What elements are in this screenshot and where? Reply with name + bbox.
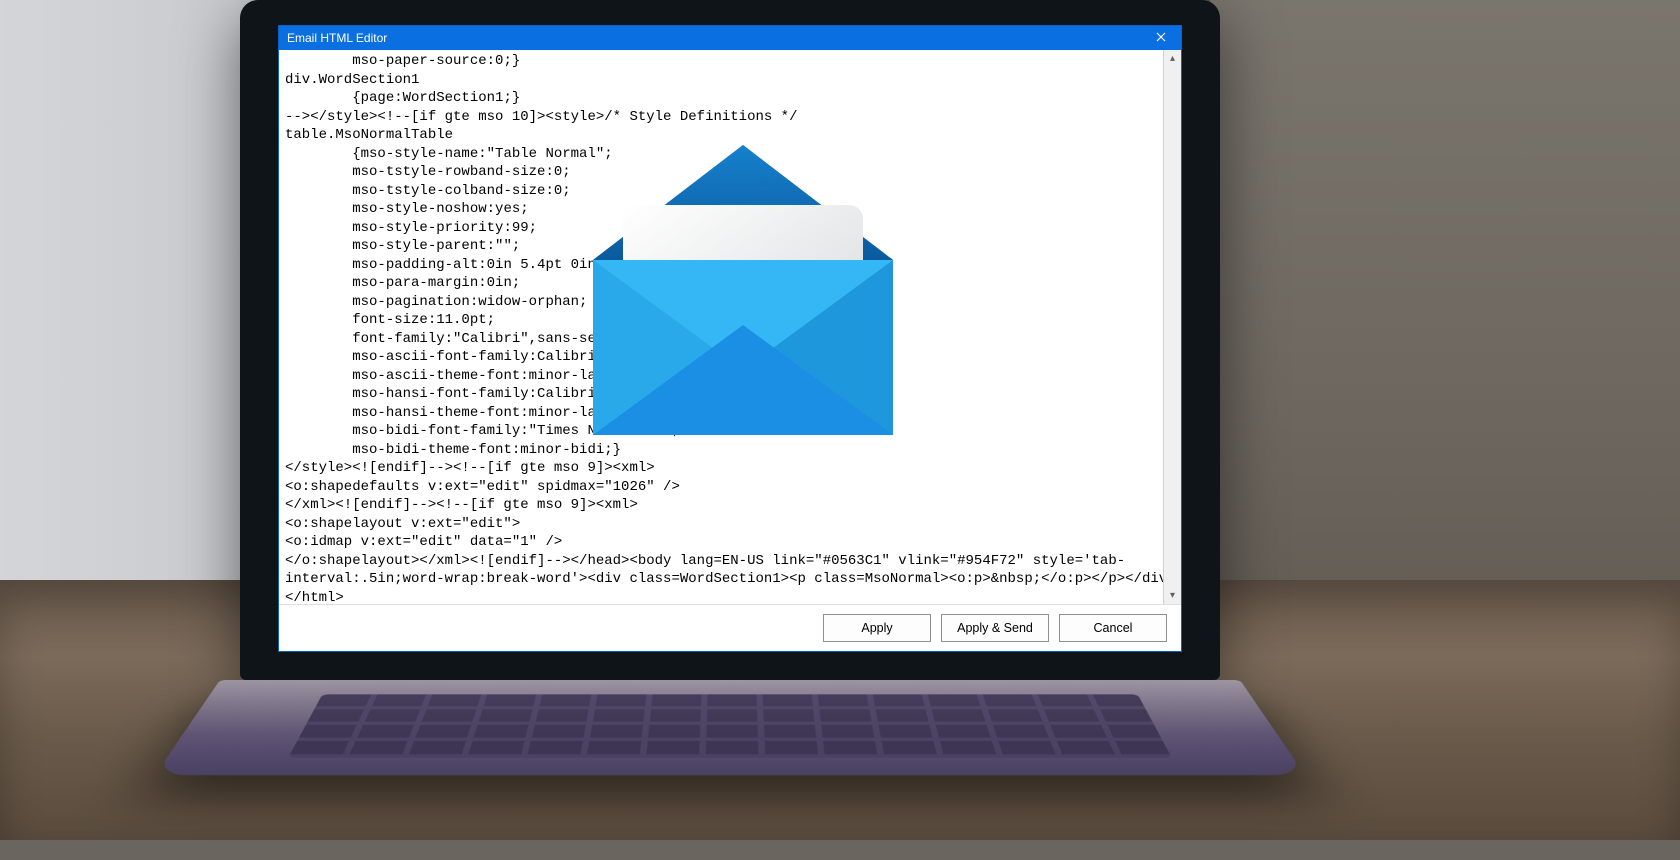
close-icon xyxy=(1156,31,1166,45)
scroll-down-arrow[interactable]: ▾ xyxy=(1164,587,1181,604)
cancel-button[interactable]: Cancel xyxy=(1059,614,1167,642)
vertical-scrollbar[interactable]: ▴ ▾ xyxy=(1163,50,1181,604)
html-code-editor[interactable]: mso-paper-source:0;} div.WordSection1 {p… xyxy=(279,50,1163,604)
apply-button[interactable]: Apply xyxy=(823,614,931,642)
apply-and-send-button[interactable]: Apply & Send xyxy=(941,614,1049,642)
scroll-up-arrow[interactable]: ▴ xyxy=(1164,50,1181,67)
laptop: Email HTML Editor mso-paper-source:0;} d… xyxy=(240,0,1220,860)
laptop-keyboard xyxy=(155,680,1306,775)
close-button[interactable] xyxy=(1141,26,1181,50)
editor-window: Email HTML Editor mso-paper-source:0;} d… xyxy=(278,25,1182,652)
button-bar: Apply Apply & Send Cancel xyxy=(279,604,1181,651)
window-pane xyxy=(0,0,280,640)
window-title: Email HTML Editor xyxy=(287,31,387,45)
editor-area: mso-paper-source:0;} div.WordSection1 {p… xyxy=(279,50,1181,604)
laptop-screen: Email HTML Editor mso-paper-source:0;} d… xyxy=(278,25,1182,652)
laptop-bezel: Email HTML Editor mso-paper-source:0;} d… xyxy=(240,0,1220,680)
titlebar[interactable]: Email HTML Editor xyxy=(279,26,1181,50)
keyboard-keys xyxy=(288,694,1172,757)
